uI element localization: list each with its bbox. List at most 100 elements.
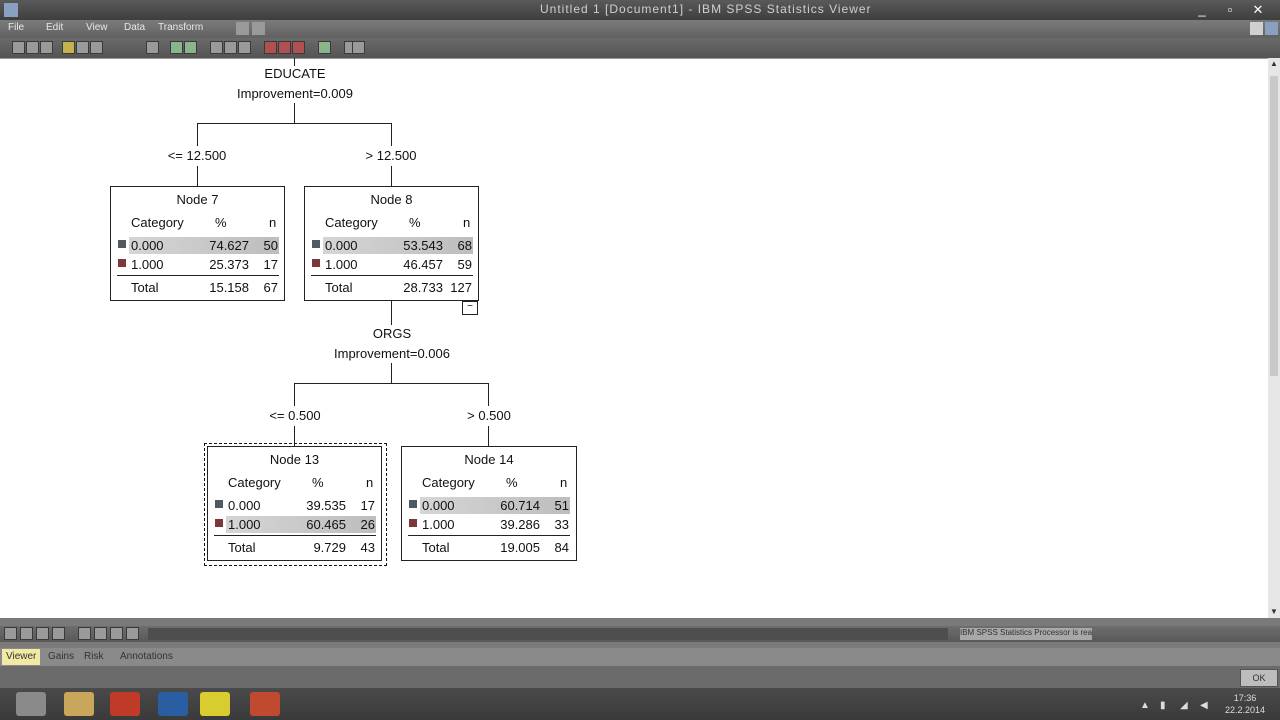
info-icon[interactable] [352, 41, 365, 54]
recall-icon[interactable] [76, 41, 89, 54]
status-text: IBM SPSS Statistics Processor is ready [960, 628, 1092, 640]
help-icon[interactable] [1265, 22, 1278, 35]
signal-icon[interactable]: ◢ [1180, 700, 1188, 711]
row-category: 1.000 [325, 257, 358, 272]
total-n: 127 [450, 280, 472, 295]
close-pane-icon[interactable] [1250, 22, 1263, 35]
scroll-down-icon[interactable]: ▼ [1268, 606, 1280, 618]
total-percent: 19.005 [500, 540, 540, 555]
column-header-category: Category [422, 475, 475, 490]
nav-prev-icon[interactable] [20, 627, 33, 640]
tray-arrow-icon[interactable]: ▲ [1140, 700, 1150, 711]
tree-connector [488, 426, 489, 447]
total-divider [117, 275, 279, 276]
pivot-icon[interactable] [110, 627, 123, 640]
tree-alt-icon[interactable] [292, 41, 305, 54]
scroll-thumb[interactable] [1270, 76, 1278, 376]
select-icon[interactable] [146, 41, 159, 54]
file-explorer-icon[interactable] [64, 692, 94, 716]
vertical-scrollbar[interactable]: ▲ ▼ [1268, 58, 1280, 618]
column-header-percent: % [312, 475, 324, 490]
menu-data[interactable]: Data [124, 22, 145, 33]
close-doc-icon[interactable] [252, 22, 265, 35]
column-header-n: n [366, 475, 374, 490]
restore-icon[interactable] [236, 22, 249, 35]
zoom-out-icon[interactable] [184, 41, 197, 54]
undo-icon[interactable] [90, 41, 103, 54]
tree-node-7[interactable]: Node 7 Category % n 0.000 74.627 50 1.00… [110, 186, 285, 301]
maximize-icon[interactable]: ▫ [1216, 0, 1244, 20]
table-icon[interactable] [210, 41, 223, 54]
category-0-swatch [409, 500, 417, 508]
tree-node-8[interactable]: Node 8 Category % n 0.000 53.543 68 1.00… [304, 186, 479, 301]
nav-next-icon[interactable] [36, 627, 49, 640]
close-icon[interactable]: ✕ [1244, 0, 1272, 20]
taskbar: ▲ ▮ ◢ ◀ [0, 688, 1280, 720]
print-icon[interactable] [40, 41, 53, 54]
row-category: 0.000 [325, 238, 358, 253]
nav-last-icon[interactable] [52, 627, 65, 640]
tree-connector [294, 383, 295, 406]
window-bottom [0, 666, 1280, 688]
firefox-icon[interactable] [110, 692, 140, 716]
tab-risk[interactable]: Risk [80, 649, 107, 665]
split-variable-orgs: ORGS [372, 326, 412, 341]
row-n: 59 [457, 257, 472, 272]
save-icon[interactable] [26, 41, 39, 54]
category-1-swatch [409, 519, 417, 527]
row-category: 0.000 [131, 238, 164, 253]
row-percent: 53.543 [403, 238, 443, 253]
ok-button[interactable]: OK [1240, 669, 1278, 687]
volume-icon[interactable]: ◀ [1200, 700, 1208, 711]
split-variable-educate: EDUCATE [264, 66, 326, 81]
toolbar [0, 38, 1280, 58]
tab-viewer[interactable]: Viewer [2, 649, 41, 665]
tab-annotations[interactable]: Annotations [116, 649, 177, 665]
tree-connector [197, 123, 198, 146]
system-clock[interactable]: 17:36 22.2.2014 [1218, 692, 1272, 716]
tab-bar: Viewer Gains Risk Annotations [0, 648, 1280, 666]
tree-icon[interactable] [264, 41, 277, 54]
format-icon[interactable] [126, 627, 139, 640]
tree-connector [488, 383, 489, 406]
minimize-icon[interactable]: _ [1188, 0, 1216, 20]
tree-map-icon[interactable] [278, 41, 291, 54]
total-divider [311, 275, 473, 276]
total-percent: 28.733 [403, 280, 443, 295]
outlook-icon[interactable] [158, 692, 188, 716]
column-header-category: Category [325, 215, 378, 230]
menu-edit[interactable]: Edit [46, 22, 63, 33]
expand-icon[interactable] [78, 627, 91, 640]
collapse-icon[interactable] [94, 627, 107, 640]
split-improvement-orgs: Improvement=0.006 [334, 346, 450, 361]
powerpoint-icon[interactable] [250, 692, 280, 716]
open-icon[interactable] [12, 41, 25, 54]
category-0-swatch [215, 500, 223, 508]
scroll-up-icon[interactable]: ▲ [1268, 58, 1280, 70]
zoom-in-icon[interactable] [170, 41, 183, 54]
export-icon[interactable] [62, 41, 75, 54]
menu-view[interactable]: View [86, 22, 108, 33]
warning-app-icon[interactable] [200, 692, 230, 716]
scroll-track[interactable] [148, 628, 948, 640]
row-percent: 74.627 [209, 238, 249, 253]
menu-transform[interactable]: Transform [158, 22, 203, 33]
tree-connector [391, 301, 392, 325]
collapse-node-icon[interactable]: − [462, 301, 478, 315]
tree-connector [197, 123, 392, 124]
grid-icon[interactable] [224, 41, 237, 54]
nav-first-icon[interactable] [4, 627, 17, 640]
spss-icon[interactable] [16, 692, 46, 716]
tree-node-14[interactable]: Node 14 Category % n 0.000 60.714 51 1.0… [401, 446, 577, 561]
tree-node-13[interactable]: Node 13 Category % n 0.000 39.535 17 1.0… [207, 446, 382, 561]
column-header-percent: % [506, 475, 518, 490]
row-percent: 60.714 [500, 498, 540, 513]
row-percent: 60.465 [306, 517, 346, 532]
tab-gains[interactable]: Gains [44, 649, 78, 665]
chart-icon[interactable] [318, 41, 331, 54]
menu-file[interactable]: File [8, 22, 24, 33]
layout-icon[interactable] [238, 41, 251, 54]
network-icon[interactable]: ▮ [1160, 700, 1166, 711]
row-percent: 39.535 [306, 498, 346, 513]
category-1-swatch [312, 259, 320, 267]
